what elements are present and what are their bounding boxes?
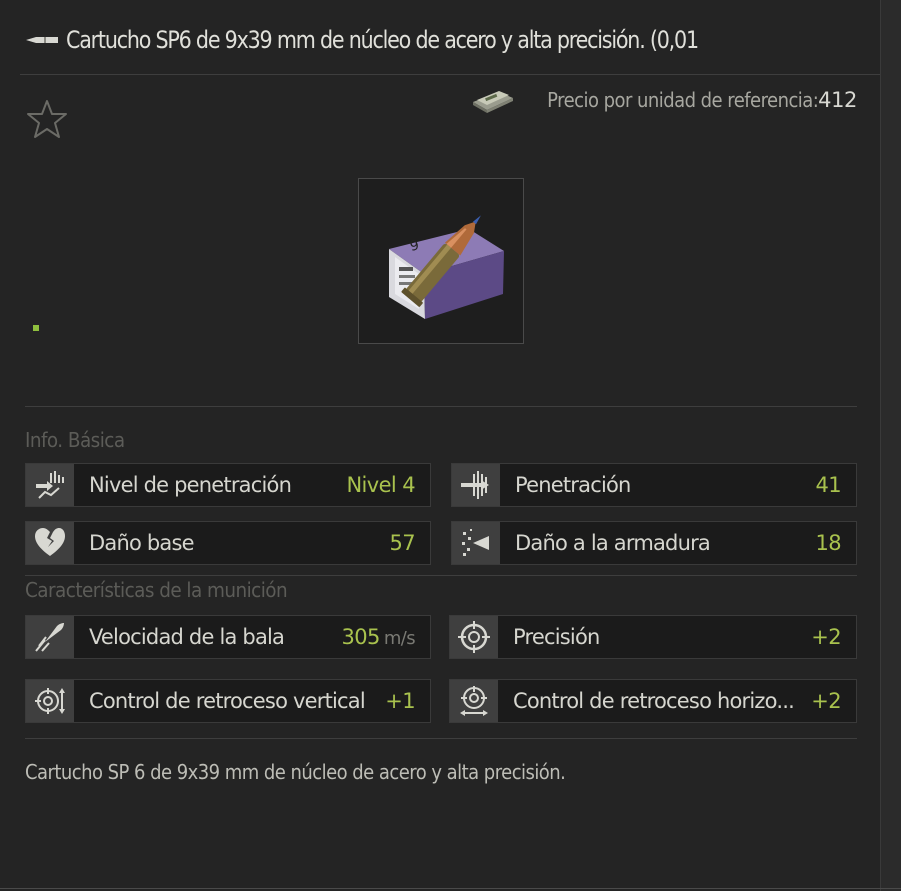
item-inspect-panel: Cartucho SP6 de 9x39 mm de núcleo de ace… [0, 0, 901, 891]
stat-label: Daño a la armadura [515, 531, 711, 555]
item-description: Cartucho SP 6 de 9x39 mm de núcleo de ac… [25, 760, 566, 784]
title-row: Cartucho SP6 de 9x39 mm de núcleo de ace… [24, 20, 901, 60]
vertical-recoil-icon [35, 688, 65, 714]
stat-value: +2 [811, 625, 841, 649]
stat-value: +2 [811, 689, 841, 713]
status-indicator [33, 325, 39, 331]
horizontal-recoil-icon [460, 686, 488, 716]
divider [25, 575, 857, 576]
stat-bullet-velocity: Velocidad de la bala 305 m/s [25, 615, 431, 659]
price-value: 412 [818, 88, 857, 112]
divider [25, 406, 857, 407]
stat-label: Nivel de penetración [89, 473, 292, 497]
armor-damage-icon [462, 529, 489, 556]
money-stack-icon [472, 91, 513, 113]
section-ammo-characteristics: Características de la munición [25, 578, 288, 602]
stat-label: Velocidad de la bala [89, 625, 285, 649]
stat-label: Penetración [515, 473, 631, 497]
item-image-frame: 9 [358, 178, 524, 344]
stat-base-damage: Daño base 57 [25, 521, 431, 565]
velocity-unit: m/s [383, 628, 416, 649]
stat-value: Nivel 4 [346, 473, 415, 497]
stat-value: 305 m/s [342, 625, 430, 649]
stat-value: +1 [385, 689, 415, 713]
broken-heart-icon [35, 528, 65, 556]
crosshair-icon [458, 621, 490, 653]
svg-text:9: 9 [409, 237, 421, 255]
stat-penetration: Penetración 41 [451, 463, 857, 507]
price-label: Precio por unidad de referencia: [546, 88, 819, 112]
penetration-icon [461, 471, 489, 499]
star-icon[interactable] [26, 98, 68, 140]
stat-label: Daño base [89, 531, 195, 555]
section-basic-info: Info. Básica [25, 428, 125, 452]
bottom-border [0, 888, 901, 889]
reference-price: Precio por unidad de referencia: 412 [471, 84, 857, 116]
stat-penetration-level: Nivel de penetración Nivel 4 [25, 463, 431, 507]
item-title: Cartucho SP6 de 9x39 mm de núcleo de ace… [66, 26, 699, 54]
stat-label: Precisión [513, 625, 600, 649]
title-divider [20, 74, 901, 75]
bullet-velocity-icon [35, 623, 64, 652]
stat-accuracy: Precisión +2 [449, 615, 857, 659]
divider [25, 738, 857, 739]
stat-label: Control de retroceso vertical [89, 689, 366, 713]
stat-horizontal-recoil: Control de retroceso horizo... +2 [449, 679, 857, 723]
scroll-area[interactable] [880, 0, 901, 891]
ammo-box-icon: 9 [389, 215, 504, 319]
stat-armor-damage: Daño a la armadura 18 [451, 521, 857, 565]
stat-value: 41 [815, 473, 841, 497]
velocity-value: 305 [341, 625, 381, 649]
stat-value: 18 [815, 531, 841, 555]
stat-value: 57 [389, 531, 415, 555]
penetration-level-icon [36, 471, 64, 499]
stat-vertical-recoil: Control de retroceso vertical +1 [25, 679, 431, 723]
bullet-icon [26, 37, 58, 43]
stat-label: Control de retroceso horizo... [513, 689, 795, 713]
